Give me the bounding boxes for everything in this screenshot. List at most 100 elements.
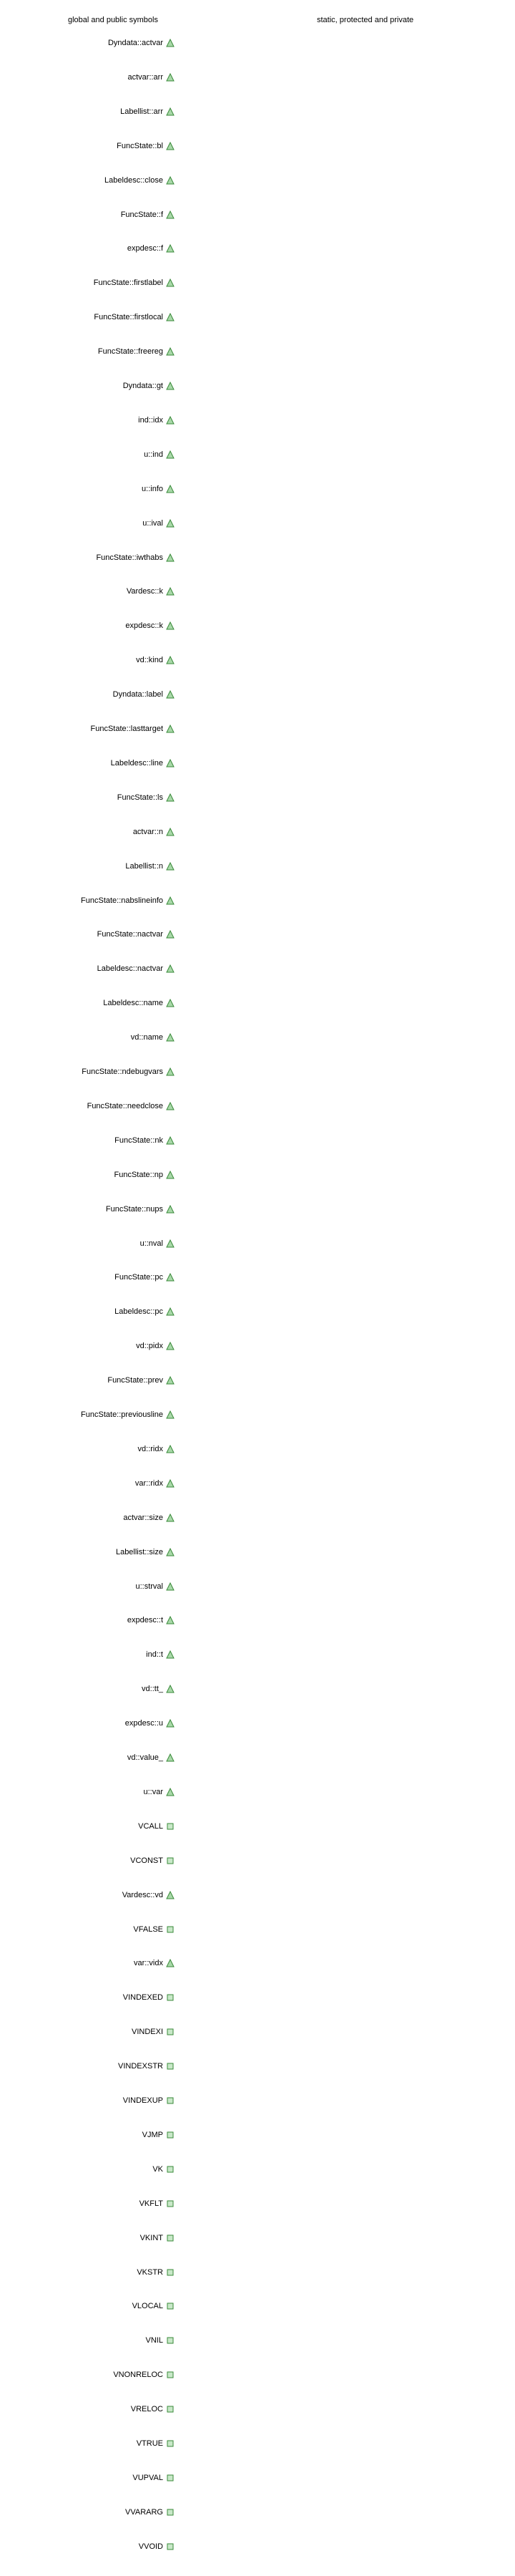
symbol-row[interactable]: VLOCAL <box>0 2300 179 2312</box>
symbol-row[interactable]: VKINT <box>0 2232 179 2244</box>
symbol-label: FuncState::prev <box>107 1376 163 1385</box>
symbol-row[interactable]: vd::kind <box>0 654 179 666</box>
symbol-row[interactable]: VUPVAL <box>0 2472 179 2484</box>
symbol-row[interactable]: VNONRELOC <box>0 2369 179 2381</box>
symbol-row[interactable]: vd::value_ <box>0 1752 179 1763</box>
symbol-row[interactable]: FuncState::firstlocal <box>0 311 179 323</box>
symbol-row[interactable]: FuncState::freereg <box>0 346 179 357</box>
symbol-row[interactable]: Labeldesc::close <box>0 175 179 186</box>
symbol-row[interactable]: FuncState::np <box>0 1169 179 1181</box>
public-member-triangle-icon <box>166 416 175 425</box>
symbol-row[interactable]: u::var <box>0 1786 179 1798</box>
symbol-row[interactable]: FuncState::lasttarget <box>0 723 179 735</box>
symbol-label: var::ridx <box>134 1479 163 1488</box>
symbol-row[interactable]: VVARARG <box>0 2507 179 2518</box>
symbol-label: u::strval <box>135 1582 163 1591</box>
symbol-row[interactable]: expdesc::k <box>0 620 179 631</box>
symbol-row[interactable]: vd::tt_ <box>0 1683 179 1695</box>
symbol-row[interactable]: Labeldesc::nactvar <box>0 963 179 974</box>
public-member-triangle-icon <box>166 896 175 905</box>
symbol-row[interactable]: Dyndata::label <box>0 689 179 700</box>
symbol-row[interactable]: FuncState::ls <box>0 792 179 803</box>
symbol-row[interactable]: VCONST <box>0 1855 179 1866</box>
symbol-row[interactable]: expdesc::f <box>0 243 179 254</box>
symbol-row[interactable]: u::strval <box>0 1581 179 1592</box>
symbol-row[interactable]: var::ridx <box>0 1478 179 1489</box>
symbol-row[interactable]: FuncState::nactvar <box>0 929 179 940</box>
symbol-row[interactable]: VRELOC <box>0 2403 179 2415</box>
public-member-triangle-icon <box>166 1410 175 1419</box>
symbol-row[interactable]: FuncState::iwthabs <box>0 552 179 563</box>
symbol-row[interactable]: Labellist::size <box>0 1546 179 1558</box>
symbol-row[interactable]: FuncState::bl <box>0 140 179 152</box>
enum-value-square-icon <box>167 1857 174 1864</box>
symbol-label: Labeldesc::name <box>103 999 163 1007</box>
symbol-label: VTRUE <box>136 2439 163 2448</box>
symbol-label: u::ival <box>142 519 163 528</box>
symbol-row[interactable]: FuncState::nabslineinfo <box>0 895 179 906</box>
symbol-row[interactable]: Vardesc::k <box>0 586 179 597</box>
symbol-row[interactable]: Labeldesc::name <box>0 997 179 1009</box>
symbol-row[interactable]: VK <box>0 2164 179 2175</box>
symbol-row[interactable]: FuncState::nk <box>0 1135 179 1146</box>
symbol-row[interactable]: actvar::n <box>0 826 179 838</box>
symbol-row[interactable]: VKFLT <box>0 2198 179 2209</box>
symbol-row[interactable]: FuncState::f <box>0 209 179 221</box>
symbol-row[interactable]: VINDEXUP <box>0 2095 179 2106</box>
symbol-row[interactable]: u::ind <box>0 449 179 460</box>
symbol-row[interactable]: FuncState::firstlabel <box>0 277 179 289</box>
symbol-row[interactable]: VTRUE <box>0 2438 179 2449</box>
symbol-row[interactable]: FuncState::needclose <box>0 1100 179 1112</box>
symbol-row[interactable]: ind::idx <box>0 415 179 426</box>
symbol-row[interactable]: expdesc::u <box>0 1718 179 1729</box>
symbol-row[interactable]: FuncState::pc <box>0 1272 179 1283</box>
symbol-row[interactable]: VFALSE <box>0 1924 179 1935</box>
symbol-row[interactable]: VVOID <box>0 2541 179 2552</box>
symbol-row[interactable]: u::info <box>0 483 179 495</box>
symbol-row[interactable]: FuncState::previousline <box>0 1409 179 1420</box>
symbol-row[interactable]: VJMP <box>0 2129 179 2141</box>
symbol-row[interactable]: actvar::size <box>0 1512 179 1524</box>
symbol-label: FuncState::firstlabel <box>93 279 163 287</box>
symbol-row[interactable]: FuncState::nups <box>0 1204 179 1215</box>
symbol-row[interactable]: vd::ridx <box>0 1443 179 1455</box>
public-member-triangle-icon <box>166 347 175 356</box>
symbol-row[interactable]: Labellist::n <box>0 861 179 872</box>
enum-value-square-icon <box>167 2474 174 2481</box>
symbol-label: vd::value_ <box>127 1753 163 1762</box>
symbol-label: VLOCAL <box>132 2302 163 2310</box>
symbol-label: expdesc::u <box>124 1719 163 1728</box>
enum-value-square-icon <box>167 2371 174 2378</box>
symbol-row[interactable]: VNIL <box>0 2335 179 2346</box>
symbol-row[interactable]: Labeldesc::line <box>0 757 179 769</box>
symbol-row[interactable]: ind::t <box>0 1649 179 1660</box>
symbol-row[interactable]: u::ival <box>0 518 179 529</box>
symbol-row[interactable]: var::vidx <box>0 1957 179 1969</box>
symbol-row[interactable]: VCALL <box>0 1821 179 1832</box>
symbol-label: VINDEXSTR <box>118 2062 163 2071</box>
symbol-label: VKSTR <box>137 2268 163 2277</box>
enum-value-square-icon <box>167 2028 174 2035</box>
symbol-row[interactable]: actvar::arr <box>0 72 179 83</box>
symbol-row[interactable]: Dyndata::actvar <box>0 37 179 49</box>
symbol-row[interactable]: VINDEXED <box>0 1992 179 2003</box>
public-member-triangle-icon <box>166 485 175 493</box>
symbol-label: FuncState::nups <box>105 1205 163 1214</box>
symbol-row[interactable]: u::nval <box>0 1238 179 1249</box>
symbol-row[interactable]: VINDEXI <box>0 2026 179 2038</box>
symbol-row[interactable]: FuncState::ndebugvars <box>0 1066 179 1078</box>
symbol-row[interactable]: Vardesc::vd <box>0 1889 179 1901</box>
symbol-row[interactable]: Labeldesc::pc <box>0 1306 179 1317</box>
symbol-row[interactable]: VINDEXSTR <box>0 2061 179 2072</box>
symbol-row[interactable]: VKSTR <box>0 2267 179 2278</box>
symbol-row[interactable]: vd::name <box>0 1032 179 1043</box>
symbol-label: FuncState::np <box>114 1171 164 1179</box>
symbol-row[interactable]: Labellist::arr <box>0 106 179 117</box>
symbol-label: u::nval <box>139 1239 163 1248</box>
symbol-row[interactable]: vd::pidx <box>0 1340 179 1352</box>
symbol-row[interactable]: FuncState::prev <box>0 1375 179 1386</box>
symbol-row[interactable]: Dyndata::gt <box>0 380 179 392</box>
symbol-row[interactable]: expdesc::t <box>0 1614 179 1626</box>
symbol-label: Dyndata::label <box>112 690 163 699</box>
symbol-label: ind::t <box>146 1650 163 1659</box>
